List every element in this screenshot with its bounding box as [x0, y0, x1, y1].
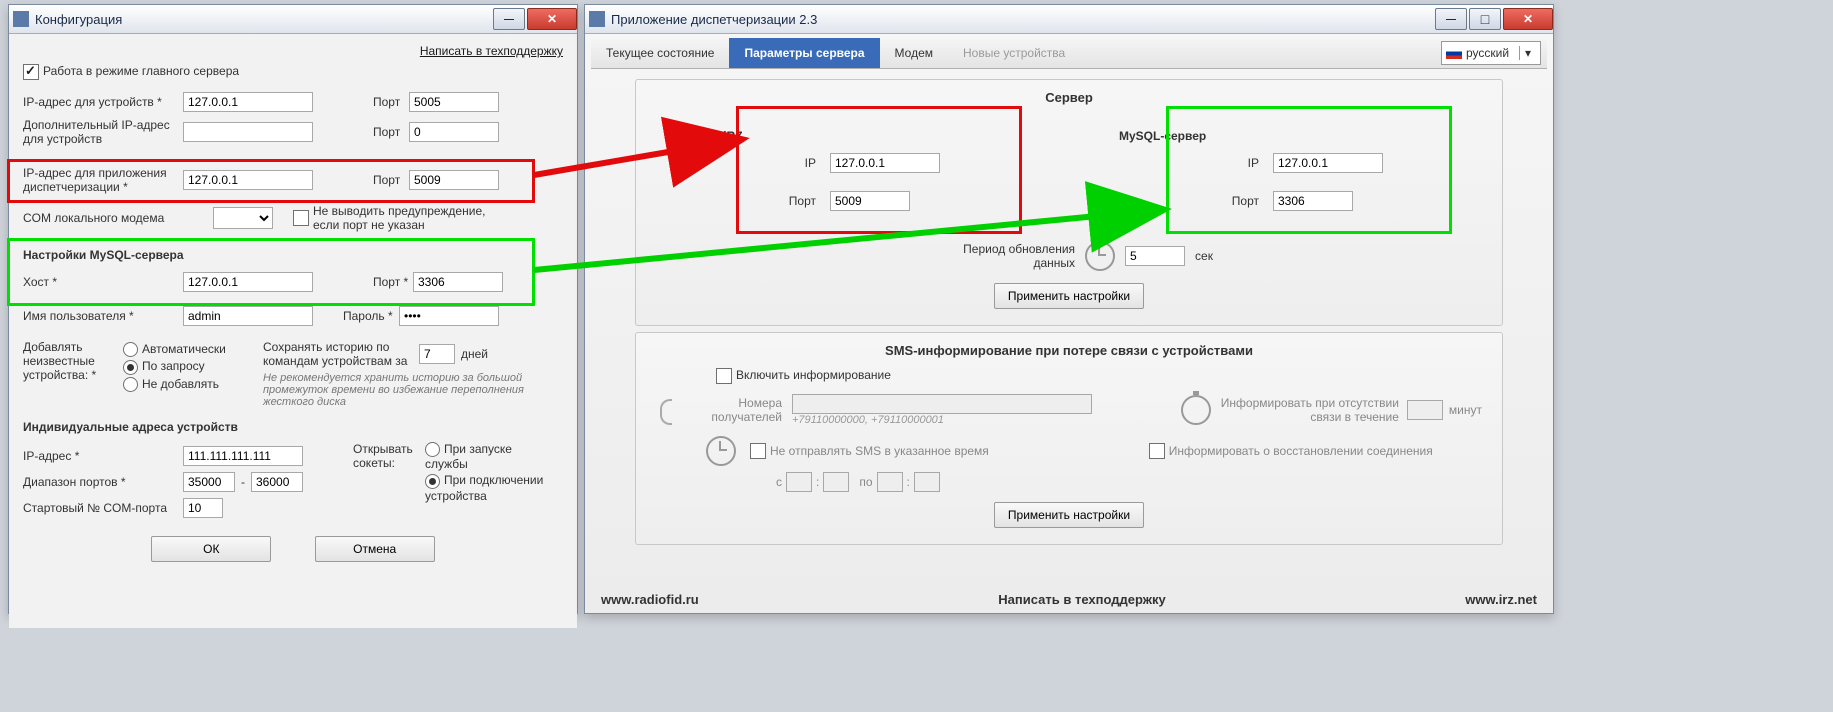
- history-label: Сохранять историю по командам устройства…: [263, 340, 413, 368]
- footer-right[interactable]: www.irz.net: [1465, 592, 1537, 607]
- close-button[interactable]: [527, 8, 577, 30]
- port-star-label: Порт *: [373, 275, 413, 289]
- inform-restore-checkbox[interactable]: [1149, 443, 1165, 459]
- config-window: Конфигурация Написать в техподдержку Раб…: [8, 4, 578, 614]
- port-from-input[interactable]: [183, 472, 235, 492]
- individual-addr-label: Индивидуальные адреса устройств: [23, 420, 563, 434]
- titlebar[interactable]: Конфигурация: [9, 5, 577, 34]
- timer-icon: [1181, 395, 1211, 425]
- ip-devices-input[interactable]: [183, 92, 313, 112]
- onstart-radio[interactable]: [425, 442, 440, 457]
- request-radio[interactable]: [123, 360, 138, 375]
- window-title: Конфигурация: [35, 12, 491, 27]
- apply-button-1[interactable]: Применить настройки: [994, 283, 1144, 309]
- maximize-button[interactable]: [1469, 8, 1501, 30]
- app-icon: [589, 11, 605, 27]
- main-server-checkbox[interactable]: [23, 64, 39, 80]
- password-input[interactable]: [399, 306, 499, 326]
- no-warn-label: Не выводить предупреждение, если порт не…: [313, 204, 513, 232]
- chevron-down-icon: ▾: [1519, 46, 1536, 60]
- minimize-button[interactable]: [493, 8, 525, 30]
- mysql-ip-input[interactable]: [1273, 153, 1383, 173]
- port-devices-input[interactable]: [409, 92, 499, 112]
- sms-panel-title: SMS-информирование при потере связи с ус…: [656, 343, 1482, 358]
- com-modem-label: COM локального модема: [23, 211, 213, 225]
- add-unknown-label: Добавлять неизвестные устройства: *: [23, 340, 123, 382]
- language-selector[interactable]: русский ▾: [1441, 41, 1541, 65]
- history-note: Не рекомендуется хранить историю за боль…: [263, 372, 533, 408]
- host-label: Хост *: [23, 275, 183, 289]
- footer-mid[interactable]: Написать в техподдержку: [998, 592, 1165, 607]
- mysql-port-input2[interactable]: [1273, 191, 1353, 211]
- clock-icon: [1085, 241, 1115, 271]
- tab-params[interactable]: Параметры сервера: [729, 38, 879, 68]
- port-label: Порт: [373, 95, 409, 109]
- irz-port-input[interactable]: [830, 191, 910, 211]
- port-label2: Порт: [373, 125, 409, 139]
- user-label: Имя пользователя *: [23, 309, 183, 323]
- extra-ip-input[interactable]: [183, 122, 313, 142]
- start-com-label: Стартовый № COM-порта: [23, 501, 183, 515]
- footer-left[interactable]: www.radiofid.ru: [601, 592, 699, 607]
- time-to-h: [877, 472, 903, 492]
- irz-ip-input[interactable]: [830, 153, 940, 173]
- extra-ip-label: Дополнительный IP-адрес для устройств: [23, 118, 183, 146]
- com-modem-select[interactable]: [213, 207, 273, 229]
- time-from-m: [823, 472, 849, 492]
- dispatch-port-input[interactable]: [409, 170, 499, 190]
- support-link[interactable]: Написать в техподдержку: [420, 44, 563, 58]
- extra-port-input[interactable]: [409, 122, 499, 142]
- noadd-radio[interactable]: [123, 377, 138, 392]
- window-title-right: Приложение диспетчеризации 2.3: [611, 12, 1433, 27]
- port-label3: Порт: [373, 173, 409, 187]
- ip-address-input[interactable]: [183, 446, 303, 466]
- ok-button[interactable]: ОК: [151, 536, 271, 562]
- auto-radio[interactable]: [123, 342, 138, 357]
- port-to-input[interactable]: [251, 472, 303, 492]
- time-from-h: [786, 472, 812, 492]
- tab-current[interactable]: Текущее состояние: [591, 38, 729, 68]
- tab-modem[interactable]: Модем: [880, 38, 948, 68]
- irz-server-label: Сервер iRZ: [676, 129, 1019, 143]
- password-label: Пароль *: [343, 309, 399, 323]
- dispatch-window: Приложение диспетчеризации 2.3 Текущее с…: [584, 4, 1554, 614]
- mysql-port-input[interactable]: [413, 272, 503, 292]
- main-server-label: Работа в режиме главного сервера: [43, 64, 239, 78]
- phone-icon: [656, 397, 682, 423]
- open-sockets-label: Открывать сокеты:: [353, 442, 423, 470]
- dispatch-ip-label: IP-адрес для приложения диспетчеризации …: [23, 166, 183, 194]
- tabs: Текущее состояние Параметры сервера Моде…: [591, 38, 1547, 69]
- enable-inform-checkbox[interactable]: [716, 368, 732, 384]
- clock-icon: [706, 436, 736, 466]
- inform-after-label: Информировать при отсутствии связи в теч…: [1219, 396, 1399, 424]
- ip-devices-label: IP-адрес для устройств *: [23, 95, 183, 109]
- apply-button-2[interactable]: Применить настройки: [994, 502, 1144, 528]
- dispatch-ip-input[interactable]: [183, 170, 313, 190]
- start-com-input[interactable]: [183, 498, 223, 518]
- titlebar-right[interactable]: Приложение диспетчеризации 2.3: [585, 5, 1553, 34]
- no-warn-checkbox[interactable]: [293, 210, 309, 226]
- server-panel-title: Сервер: [656, 90, 1482, 105]
- close-button[interactable]: [1503, 8, 1553, 30]
- history-days-input[interactable]: [419, 344, 455, 364]
- onconnect-radio[interactable]: [425, 474, 440, 489]
- host-input[interactable]: [183, 272, 313, 292]
- time-to-m: [914, 472, 940, 492]
- tab-newdev[interactable]: Новые устройства: [948, 38, 1080, 68]
- refresh-label: Период обновления данных: [925, 242, 1075, 270]
- minimize-button[interactable]: [1435, 8, 1467, 30]
- cancel-button[interactable]: Отмена: [315, 536, 435, 562]
- mysql-section-label: Настройки MySQL-сервера: [23, 248, 563, 262]
- app-icon: [13, 11, 29, 27]
- no-sms-time-checkbox[interactable]: [750, 443, 766, 459]
- user-input[interactable]: [183, 306, 313, 326]
- refresh-input[interactable]: [1125, 246, 1185, 266]
- recipients-label: Номера получателей: [682, 396, 782, 424]
- port-range-label: Диапазон портов *: [23, 475, 183, 489]
- inform-minutes-input: [1407, 400, 1443, 420]
- mysql-server-label: MySQL-сервер: [1119, 129, 1462, 143]
- flag-icon: [1446, 48, 1462, 59]
- recipients-input: [792, 394, 1092, 414]
- ip-address-label: IP-адрес *: [23, 449, 183, 463]
